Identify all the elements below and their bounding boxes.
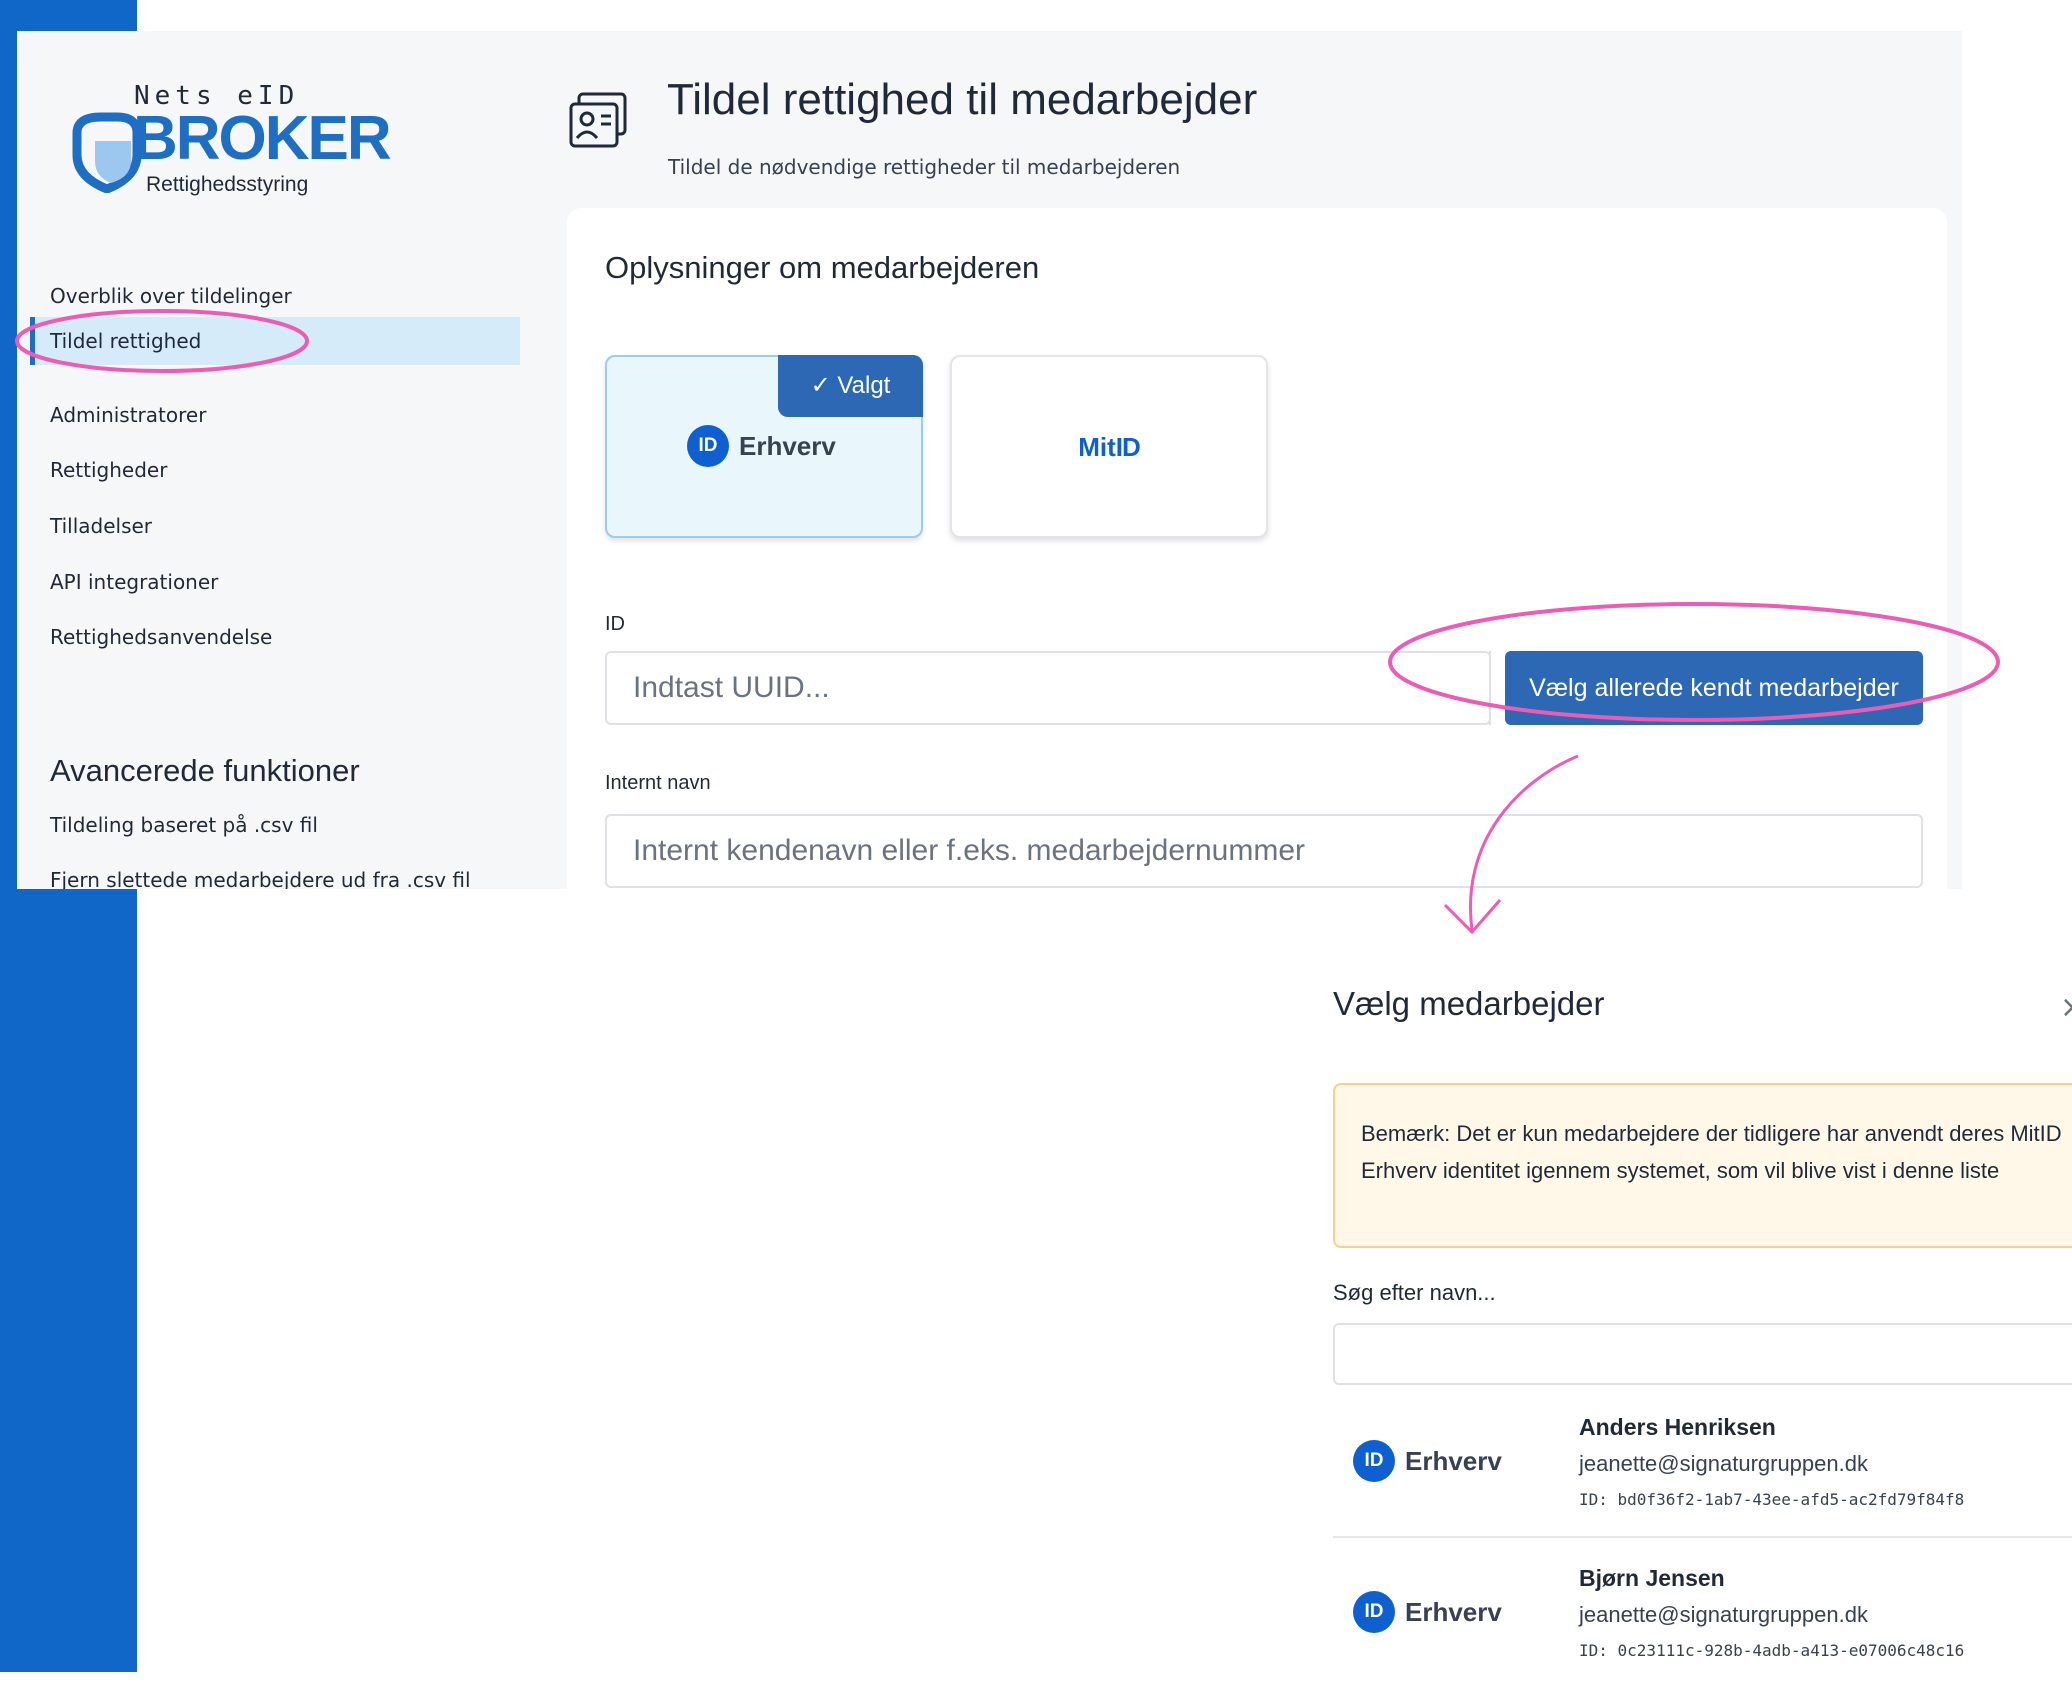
uuid-input[interactable]: Indtast UUID... <box>605 651 1491 725</box>
mitid-logo: MitID <box>952 432 1266 463</box>
mitid-id-icon: ID <box>1115 432 1141 462</box>
search-input[interactable] <box>1333 1323 2072 1385</box>
erhverv-label: Erhverv <box>739 430 836 461</box>
sidebar-item-csv-tildeling[interactable]: Tildeling baseret på .csv fil <box>50 801 318 849</box>
brand-sub-text: Rettighedsstyring <box>146 173 309 196</box>
employee-row[interactable]: ID Erhverv Bjørn Jensen jeanette@signatu… <box>1333 1549 2072 1699</box>
choice-mitid[interactable]: MitID <box>950 355 1268 538</box>
sidebar-item-csv-fjern[interactable]: Fjern slettede medarbejdere ud fra .csv … <box>50 856 471 889</box>
employee-type: Erhverv <box>1405 1445 1502 1476</box>
mitid-circle-icon: ID <box>1353 1440 1395 1482</box>
page-title: Tildel rettighed til medarbejder <box>667 75 1258 124</box>
internal-name-label: Internt navn <box>605 772 711 794</box>
id-card-icon <box>569 92 627 148</box>
erhverv-logo: ID Erhverv <box>1353 1440 1502 1482</box>
employee-info-card: Oplysninger om medarbejderen ✓ Valgt ID … <box>567 208 1947 889</box>
check-icon: ✓ <box>810 372 831 399</box>
modal-title: Vælg medarbejder <box>1333 985 1605 1022</box>
employee-email: jeanette@signaturgruppen.dk <box>1579 1602 1868 1627</box>
sidebar-item-administratorer[interactable]: Administratorer <box>50 391 206 439</box>
sidebar-item-rettigheder[interactable]: Rettigheder <box>50 446 167 494</box>
search-label: Søg efter navn... <box>1333 1280 1496 1305</box>
employee-row[interactable]: ID Erhverv Anders Henriksen jeanette@sig… <box>1333 1398 2072 1548</box>
page-subtitle: Tildel de nødvendige rettigheder til med… <box>668 155 1181 179</box>
input-divider <box>1489 651 1491 725</box>
app-window: Nets eID BROKER Rettighedsstyring Overbl… <box>17 31 1962 889</box>
sidebar-item-overblik[interactable]: Overblik over tildelinger <box>50 272 292 320</box>
erhverv-logo: ID Erhverv <box>687 425 836 467</box>
brand-main-text: BROKER <box>133 104 392 173</box>
employee-id: ID: 0c23111c-928b-4adb-a413-e07006c48c16 <box>1579 1641 1965 1660</box>
sidebar-item-rettighedsanvendelse[interactable]: Rettighedsanvendelse <box>50 613 272 661</box>
sidebar-item-tilladelser[interactable]: Tilladelser <box>50 502 152 550</box>
selected-badge-label: Valgt <box>837 372 891 399</box>
pick-known-employee-button[interactable]: Vælg allerede kendt medarbejder <box>1505 651 1923 725</box>
advanced-section-title: Avancerede funktioner <box>50 753 360 788</box>
employee-name: Bjørn Jensen <box>1579 1565 1725 1591</box>
mitid-circle-icon: ID <box>1353 1591 1395 1633</box>
employee-name: Anders Henriksen <box>1579 1414 1776 1440</box>
selected-badge: ✓ Valgt <box>778 355 923 417</box>
card-title: Oplysninger om medarbejderen <box>605 250 1040 285</box>
employee-type: Erhverv <box>1405 1596 1502 1627</box>
employee-email: jeanette@signaturgruppen.dk <box>1579 1451 1868 1476</box>
sidebar: Nets eID BROKER Rettighedsstyring Overbl… <box>17 31 542 889</box>
row-divider <box>1333 1536 2072 1538</box>
sidebar-item-tildel-rettighed[interactable]: Tildel rettighed <box>50 317 201 365</box>
mitid-label: Mit <box>1078 432 1116 462</box>
annotation-arrowhead-icon <box>1443 899 1502 935</box>
brand-logo: Nets eID BROKER Rettighedsstyring <box>47 77 392 207</box>
close-icon[interactable]: × <box>2060 990 2072 1025</box>
erhverv-logo: ID Erhverv <box>1353 1591 1502 1633</box>
sidebar-item-api-integrationer[interactable]: API integrationer <box>50 558 218 606</box>
employee-id: ID: bd0f36f2-1ab7-43ee-afd5-ac2fd79f84f8 <box>1579 1490 1965 1509</box>
internal-name-input[interactable]: Internt kendenavn eller f.eks. medarbejd… <box>605 814 1923 888</box>
id-label: ID <box>605 613 625 635</box>
mitid-circle-icon: ID <box>687 425 729 467</box>
choice-erhverv[interactable]: ✓ Valgt ID Erhverv <box>605 355 923 538</box>
notice-box: Bemærk: Det er kun medarbejdere der tidl… <box>1333 1083 2072 1248</box>
